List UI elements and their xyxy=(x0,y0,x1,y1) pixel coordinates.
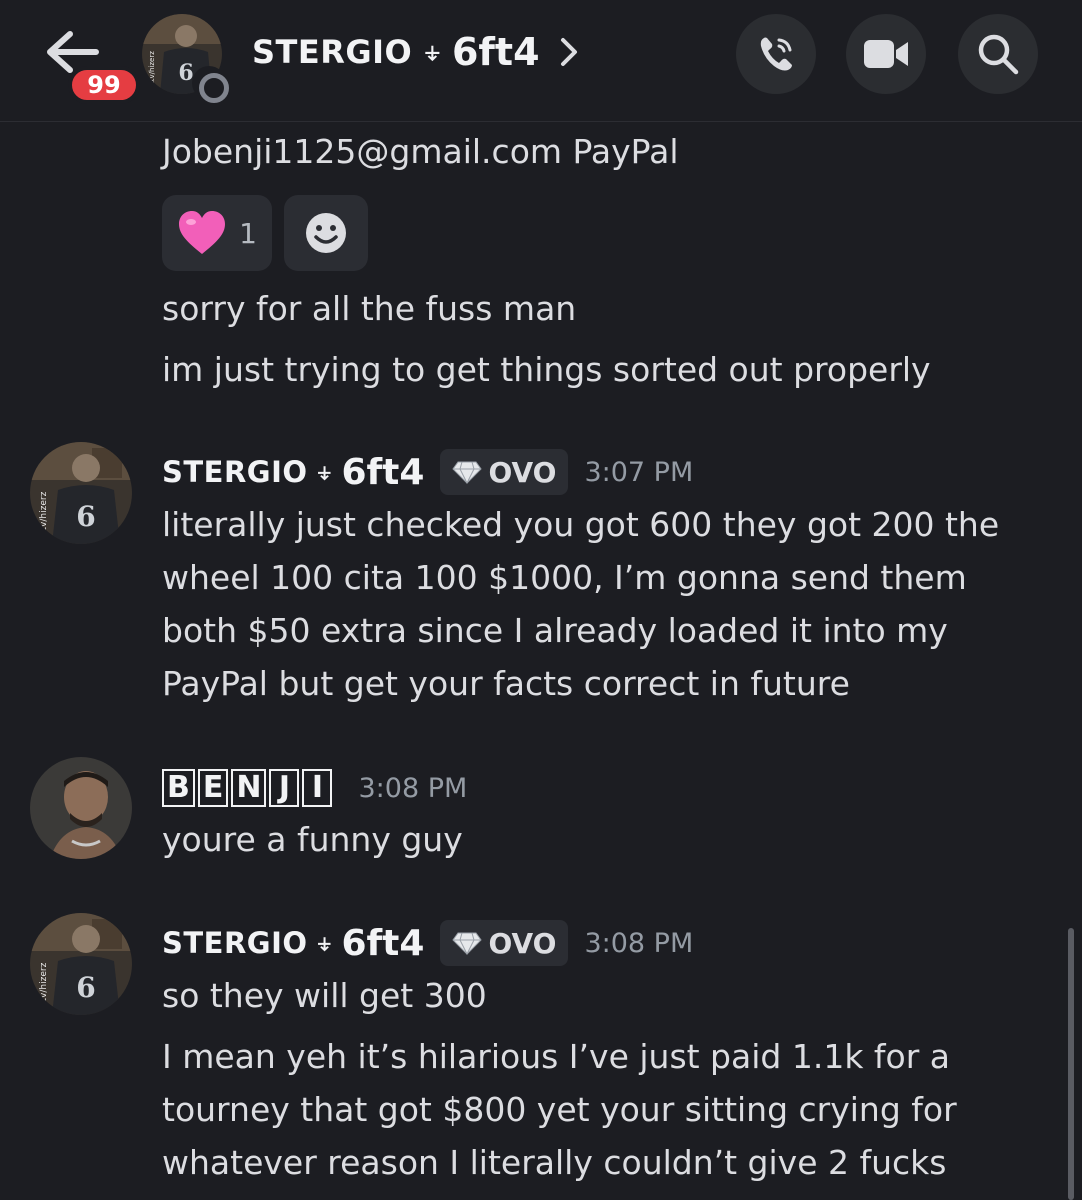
video-call-button[interactable] xyxy=(846,14,926,94)
avatar[interactable] xyxy=(30,757,132,859)
add-reaction-button[interactable] xyxy=(284,195,368,271)
channel-title[interactable]: STERGIO ⍖ 6ft4 xyxy=(252,22,580,82)
svg-text:ttv/hizerz: ttv/hizerz xyxy=(39,491,49,534)
svg-text:6: 6 xyxy=(76,500,95,533)
avatar[interactable]: 6 ttv/hizerz xyxy=(30,913,132,1015)
unread-badge: 99 xyxy=(68,66,140,104)
author-name[interactable]: STERGIO ⍖ 6ft4 xyxy=(162,452,424,493)
message-line: tourney that got $800 yet your sitting c… xyxy=(162,1090,957,1129)
search-icon xyxy=(978,34,1019,75)
message-line: both $50 extra since I already loaded it… xyxy=(162,611,948,650)
avatar[interactable]: 6 ttv/hizerz xyxy=(30,442,132,544)
scrollbar[interactable] xyxy=(1068,928,1074,1200)
message-line: youre a funny guy xyxy=(162,820,463,859)
avatar-watermark: ttv/hizerz xyxy=(148,51,156,84)
author-name[interactable]: STERGIO ⍖ 6ft4 xyxy=(162,923,424,964)
message-line: I mean yeh it’s hilarious I’ve just paid… xyxy=(162,1037,951,1076)
title-separator: ⍖ xyxy=(422,32,442,71)
phone-call-icon xyxy=(760,37,792,71)
reaction-heart[interactable]: 1 xyxy=(162,195,272,271)
message-line: wheel 100 cita 100 $1000, I’m gonna send… xyxy=(162,558,967,597)
clan-tag[interactable]: OVO xyxy=(440,449,569,495)
diamond-icon xyxy=(452,461,483,484)
message-line: whatever reason I literally couldn’t giv… xyxy=(162,1143,947,1182)
message-line: sorry for all the fuss man xyxy=(162,289,577,328)
video-camera-icon xyxy=(864,40,908,68)
message-header: STERGIO ⍖ 6ft4 OVO 3:07 PM xyxy=(162,447,693,497)
title-name: STERGIO xyxy=(252,33,413,71)
message-line: PayPal but get your facts correct in fut… xyxy=(162,664,850,703)
smile-add-reaction-icon xyxy=(306,213,346,253)
message-header: B E N J I 3:08 PM xyxy=(162,763,467,813)
timestamp: 3:08 PM xyxy=(358,772,468,804)
message-line: literally just checked you got 600 they … xyxy=(162,505,1000,544)
reaction-count: 1 xyxy=(239,216,257,250)
message-line: im just trying to get things sorted out … xyxy=(162,350,931,389)
message-line: Jobenji1125@gmail.com PayPal xyxy=(162,132,679,171)
call-button[interactable] xyxy=(736,14,816,94)
channel-header: 99 6 ttv/hizerz STERGIO ⍖ 6ft4 xyxy=(0,0,1082,122)
svg-text:6: 6 xyxy=(76,971,95,1004)
message-line: so they will get 300 xyxy=(162,976,487,1015)
title-tag: 6ft4 xyxy=(451,30,540,74)
timestamp: 3:08 PM xyxy=(584,927,694,959)
offline-status-icon xyxy=(192,66,229,103)
message-header: STERGIO ⍖ 6ft4 OVO 3:08 PM xyxy=(162,918,693,968)
svg-text:ttv/hizerz: ttv/hizerz xyxy=(39,962,49,1005)
clan-tag[interactable]: OVO xyxy=(440,920,569,966)
search-button[interactable] xyxy=(958,14,1038,94)
diamond-icon xyxy=(452,932,483,955)
chevron-right-icon xyxy=(560,38,577,66)
author-name[interactable]: B E N J I xyxy=(162,769,333,807)
pink-heart-icon xyxy=(179,211,226,254)
timestamp: 3:07 PM xyxy=(584,456,694,488)
